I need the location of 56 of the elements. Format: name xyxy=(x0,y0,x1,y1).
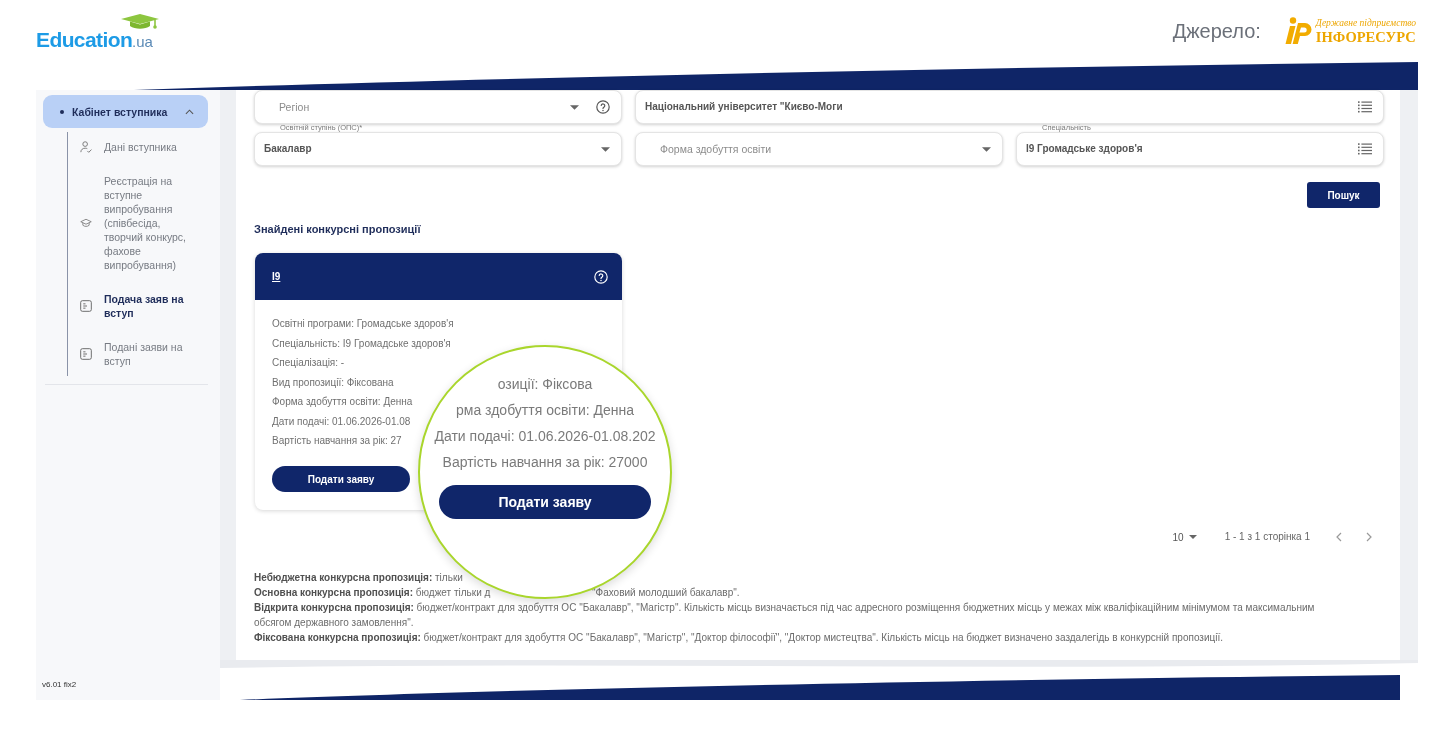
magnified-text: рма здобуття освіти: Денна xyxy=(456,401,634,420)
graduation-cap-icon xyxy=(80,217,92,229)
logo-wordmark: Education.ua xyxy=(36,30,153,51)
legend-note: Відкрита конкурсна пропозиція: бюджет/контракт для здобуття ОС "Бакалавр", "Магістр". Кількість місць визначається під час адресного розміщення бюджетних місць у межах між кваліфікаційним мінімумом та максимальним обсягом державного замовлення". xyxy=(254,601,1316,630)
graduation-cap-icon xyxy=(120,14,159,30)
magnified-text: озиції: Фіксова xyxy=(497,375,593,394)
picker-field[interactable]: I9 Громадське здоров'я xyxy=(1016,132,1384,166)
caret-icon xyxy=(1188,535,1197,539)
results-title: Знайдені конкурсні пропозиції xyxy=(254,222,421,236)
magnified-text: Дати подачі: 01.06.2026-01.08.202 xyxy=(434,427,656,446)
legend-note: Небюджетна конкурсна пропозиція: тільки xyxy=(254,571,463,585)
form-icon xyxy=(80,300,92,312)
caret-icon xyxy=(570,104,579,110)
page-size-select[interactable]: 10 xyxy=(1172,531,1197,543)
list-icon xyxy=(1358,101,1372,113)
source-logo-tagline: Державне підприємство xyxy=(1315,17,1416,29)
magnified-apply-button[interactable]: Подати заяву xyxy=(439,485,651,519)
offer-detail: Вид пропозиції: Фіксована xyxy=(272,375,394,390)
offer-detail: Освітні програми: Громадське здоров'я xyxy=(272,317,454,331)
sidebar-item[interactable]: Подані заяви на вступ xyxy=(68,332,208,376)
sidebar-item[interactable]: Реєстрація на вступне випробування (співбесіда, творчий конкурс, фахове випробування) xyxy=(68,166,208,280)
sidebar-item[interactable]: Дані вступника xyxy=(68,132,208,162)
form-icon xyxy=(80,348,92,360)
legend-note: Основна конкурсна пропозиція: бюджет тільки д xyxy=(254,586,491,600)
source-label: Джерело: xyxy=(1172,19,1261,43)
offer-detail: Форма здобуття освіти: Денна xyxy=(272,395,413,409)
chevron-right-icon xyxy=(1366,532,1372,542)
sidebar-group-item[interactable]: Кабінет вступника xyxy=(43,95,208,128)
legend-note: "Фаховий молодший бакалавр". xyxy=(592,586,740,600)
dropdown-field[interactable]: Бакалавр xyxy=(254,132,622,166)
sidebar-item[interactable]: Подача заяв на вступ xyxy=(68,284,208,328)
offer-detail: Спеціалізація: - xyxy=(272,356,345,370)
source-logo-name: ІНФОРЕСУРС xyxy=(1315,29,1416,45)
company-mark-icon xyxy=(1284,17,1312,45)
legend-note: Фіксована конкурсна пропозиція: бюджет/контракт для здобуття ОС "Бакалавр", "Магістр", "Доктор філософії", "Доктор мистецтва". Кількість місць на бюджет визначено заздалегідь в конкурсній пропозиції. xyxy=(254,631,1223,645)
chevron-left-icon xyxy=(1336,532,1342,542)
offer-detail: Спеціальність: I9 Громадське здоров'я xyxy=(272,336,451,351)
apply-button[interactable]: Подати заяву xyxy=(272,466,410,492)
next-page-button[interactable] xyxy=(1366,532,1372,542)
caret-icon xyxy=(982,146,991,152)
previous-page-button[interactable] xyxy=(1336,532,1342,542)
offer-code-link[interactable]: I9 xyxy=(272,270,281,283)
dropdown-field[interactable]: Регіон xyxy=(254,90,622,124)
search-button[interactable]: Пошук xyxy=(1307,182,1380,208)
magnified-text: Вартість навчання за рік: 27000 xyxy=(442,453,648,472)
pagination-range: 1 - 1 з 1 сторінка 1 xyxy=(1224,531,1310,543)
version-label: v6.01 fix2 xyxy=(42,680,77,690)
bullet-icon xyxy=(60,109,64,114)
person-icon xyxy=(80,141,92,153)
caret-icon xyxy=(601,146,610,152)
help-icon[interactable] xyxy=(596,100,610,114)
offer-detail: Дати подачі: 01.06.2026-01.08 xyxy=(272,414,411,429)
dropdown-field[interactable]: Форма здобуття освіти xyxy=(635,132,1003,166)
list-icon xyxy=(1358,143,1372,155)
offer-detail: Вартість навчання за рік: 27 xyxy=(272,434,402,448)
picker-field[interactable]: Національний університет "Києво-Моги xyxy=(635,90,1384,124)
